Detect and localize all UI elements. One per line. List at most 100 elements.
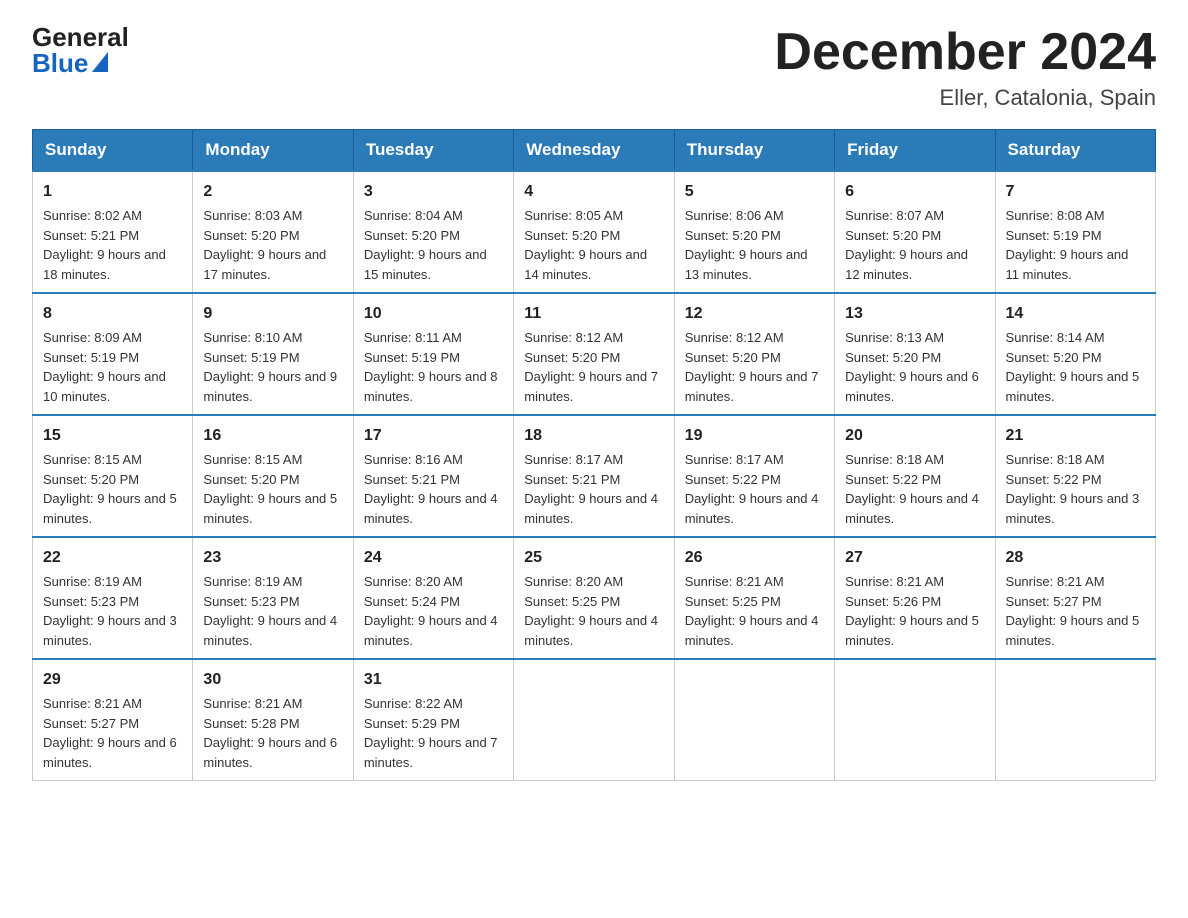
logo-blue-text: Blue [32,50,88,76]
daylight-label: Daylight: 9 hours and 17 minutes. [203,247,326,282]
header-monday: Monday [193,130,353,172]
sunrise-label: Sunrise: 8:17 AM [685,452,784,467]
day-number: 14 [1006,302,1145,326]
sunrise-label: Sunrise: 8:11 AM [364,330,462,345]
day-number: 20 [845,424,984,448]
day-cell-11: 11 Sunrise: 8:12 AM Sunset: 5:20 PM Dayl… [514,293,674,415]
day-info: Sunrise: 8:08 AM Sunset: 5:19 PM Dayligh… [1006,206,1145,284]
sunset-label: Sunset: 5:25 PM [524,594,620,609]
sunset-label: Sunset: 5:25 PM [685,594,781,609]
daylight-label: Daylight: 9 hours and 3 minutes. [43,613,177,648]
sunset-label: Sunset: 5:20 PM [364,228,460,243]
day-cell-12: 12 Sunrise: 8:12 AM Sunset: 5:20 PM Dayl… [674,293,834,415]
daylight-label: Daylight: 9 hours and 4 minutes. [685,613,819,648]
day-number: 22 [43,546,182,570]
day-info: Sunrise: 8:11 AM Sunset: 5:19 PM Dayligh… [364,328,503,406]
daylight-label: Daylight: 9 hours and 3 minutes. [1006,491,1140,526]
daylight-label: Daylight: 9 hours and 4 minutes. [364,613,498,648]
day-cell-25: 25 Sunrise: 8:20 AM Sunset: 5:25 PM Dayl… [514,537,674,659]
day-info: Sunrise: 8:21 AM Sunset: 5:27 PM Dayligh… [43,694,182,772]
sunrise-label: Sunrise: 8:15 AM [43,452,142,467]
day-info: Sunrise: 8:05 AM Sunset: 5:20 PM Dayligh… [524,206,663,284]
day-number: 5 [685,180,824,204]
day-number: 12 [685,302,824,326]
sunset-label: Sunset: 5:22 PM [685,472,781,487]
sunrise-label: Sunrise: 8:19 AM [203,574,302,589]
day-info: Sunrise: 8:12 AM Sunset: 5:20 PM Dayligh… [524,328,663,406]
day-info: Sunrise: 8:18 AM Sunset: 5:22 PM Dayligh… [845,450,984,528]
day-info: Sunrise: 8:09 AM Sunset: 5:19 PM Dayligh… [43,328,182,406]
sunrise-label: Sunrise: 8:19 AM [43,574,142,589]
sunrise-label: Sunrise: 8:06 AM [685,208,784,223]
daylight-label: Daylight: 9 hours and 5 minutes. [43,491,177,526]
sunrise-label: Sunrise: 8:14 AM [1006,330,1105,345]
day-info: Sunrise: 8:19 AM Sunset: 5:23 PM Dayligh… [203,572,342,650]
day-cell-23: 23 Sunrise: 8:19 AM Sunset: 5:23 PM Dayl… [193,537,353,659]
sunrise-label: Sunrise: 8:21 AM [43,696,142,711]
header-saturday: Saturday [995,130,1155,172]
day-number: 30 [203,668,342,692]
sunrise-label: Sunrise: 8:07 AM [845,208,944,223]
day-number: 17 [364,424,503,448]
sunrise-label: Sunrise: 8:12 AM [524,330,623,345]
sunrise-label: Sunrise: 8:03 AM [203,208,302,223]
day-info: Sunrise: 8:17 AM Sunset: 5:22 PM Dayligh… [685,450,824,528]
sunset-label: Sunset: 5:23 PM [43,594,139,609]
sunset-label: Sunset: 5:19 PM [1006,228,1102,243]
day-info: Sunrise: 8:06 AM Sunset: 5:20 PM Dayligh… [685,206,824,284]
sunrise-label: Sunrise: 8:02 AM [43,208,142,223]
day-info: Sunrise: 8:15 AM Sunset: 5:20 PM Dayligh… [203,450,342,528]
logo-triangle-icon [92,52,108,72]
sunrise-label: Sunrise: 8:16 AM [364,452,463,467]
daylight-label: Daylight: 9 hours and 8 minutes. [364,369,498,404]
day-cell-16: 16 Sunrise: 8:15 AM Sunset: 5:20 PM Dayl… [193,415,353,537]
day-cell-27: 27 Sunrise: 8:21 AM Sunset: 5:26 PM Dayl… [835,537,995,659]
daylight-label: Daylight: 9 hours and 7 minutes. [524,369,658,404]
sunrise-label: Sunrise: 8:12 AM [685,330,784,345]
day-number: 24 [364,546,503,570]
daylight-label: Daylight: 9 hours and 7 minutes. [685,369,819,404]
day-info: Sunrise: 8:21 AM Sunset: 5:27 PM Dayligh… [1006,572,1145,650]
sunrise-label: Sunrise: 8:08 AM [1006,208,1105,223]
sunset-label: Sunset: 5:26 PM [845,594,941,609]
header-thursday: Thursday [674,130,834,172]
day-cell-1: 1 Sunrise: 8:02 AM Sunset: 5:21 PM Dayli… [33,171,193,293]
day-info: Sunrise: 8:21 AM Sunset: 5:26 PM Dayligh… [845,572,984,650]
calendar-header-row: SundayMondayTuesdayWednesdayThursdayFrid… [33,130,1156,172]
day-info: Sunrise: 8:15 AM Sunset: 5:20 PM Dayligh… [43,450,182,528]
title-block: December 2024 Eller, Catalonia, Spain [774,24,1156,111]
day-number: 25 [524,546,663,570]
sunrise-label: Sunrise: 8:15 AM [203,452,302,467]
header-friday: Friday [835,130,995,172]
day-cell-3: 3 Sunrise: 8:04 AM Sunset: 5:20 PM Dayli… [353,171,513,293]
page-header: General Blue December 2024 Eller, Catalo… [32,24,1156,111]
sunrise-label: Sunrise: 8:22 AM [364,696,463,711]
day-number: 28 [1006,546,1145,570]
day-info: Sunrise: 8:18 AM Sunset: 5:22 PM Dayligh… [1006,450,1145,528]
sunset-label: Sunset: 5:20 PM [203,472,299,487]
sunset-label: Sunset: 5:21 PM [364,472,460,487]
day-info: Sunrise: 8:10 AM Sunset: 5:19 PM Dayligh… [203,328,342,406]
sunrise-label: Sunrise: 8:18 AM [845,452,944,467]
day-number: 7 [1006,180,1145,204]
day-info: Sunrise: 8:14 AM Sunset: 5:20 PM Dayligh… [1006,328,1145,406]
sunrise-label: Sunrise: 8:09 AM [43,330,142,345]
day-info: Sunrise: 8:22 AM Sunset: 5:29 PM Dayligh… [364,694,503,772]
daylight-label: Daylight: 9 hours and 5 minutes. [1006,613,1140,648]
day-cell-20: 20 Sunrise: 8:18 AM Sunset: 5:22 PM Dayl… [835,415,995,537]
day-number: 10 [364,302,503,326]
sunrise-label: Sunrise: 8:17 AM [524,452,623,467]
sunset-label: Sunset: 5:20 PM [1006,350,1102,365]
daylight-label: Daylight: 9 hours and 4 minutes. [524,491,658,526]
sunset-label: Sunset: 5:19 PM [364,350,460,365]
day-cell-17: 17 Sunrise: 8:16 AM Sunset: 5:21 PM Dayl… [353,415,513,537]
day-cell-7: 7 Sunrise: 8:08 AM Sunset: 5:19 PM Dayli… [995,171,1155,293]
week-row-5: 29 Sunrise: 8:21 AM Sunset: 5:27 PM Dayl… [33,659,1156,781]
logo: General Blue [32,24,129,76]
day-cell-6: 6 Sunrise: 8:07 AM Sunset: 5:20 PM Dayli… [835,171,995,293]
sunset-label: Sunset: 5:20 PM [845,228,941,243]
day-number: 18 [524,424,663,448]
sunrise-label: Sunrise: 8:13 AM [845,330,944,345]
sunset-label: Sunset: 5:24 PM [364,594,460,609]
sunset-label: Sunset: 5:20 PM [685,350,781,365]
